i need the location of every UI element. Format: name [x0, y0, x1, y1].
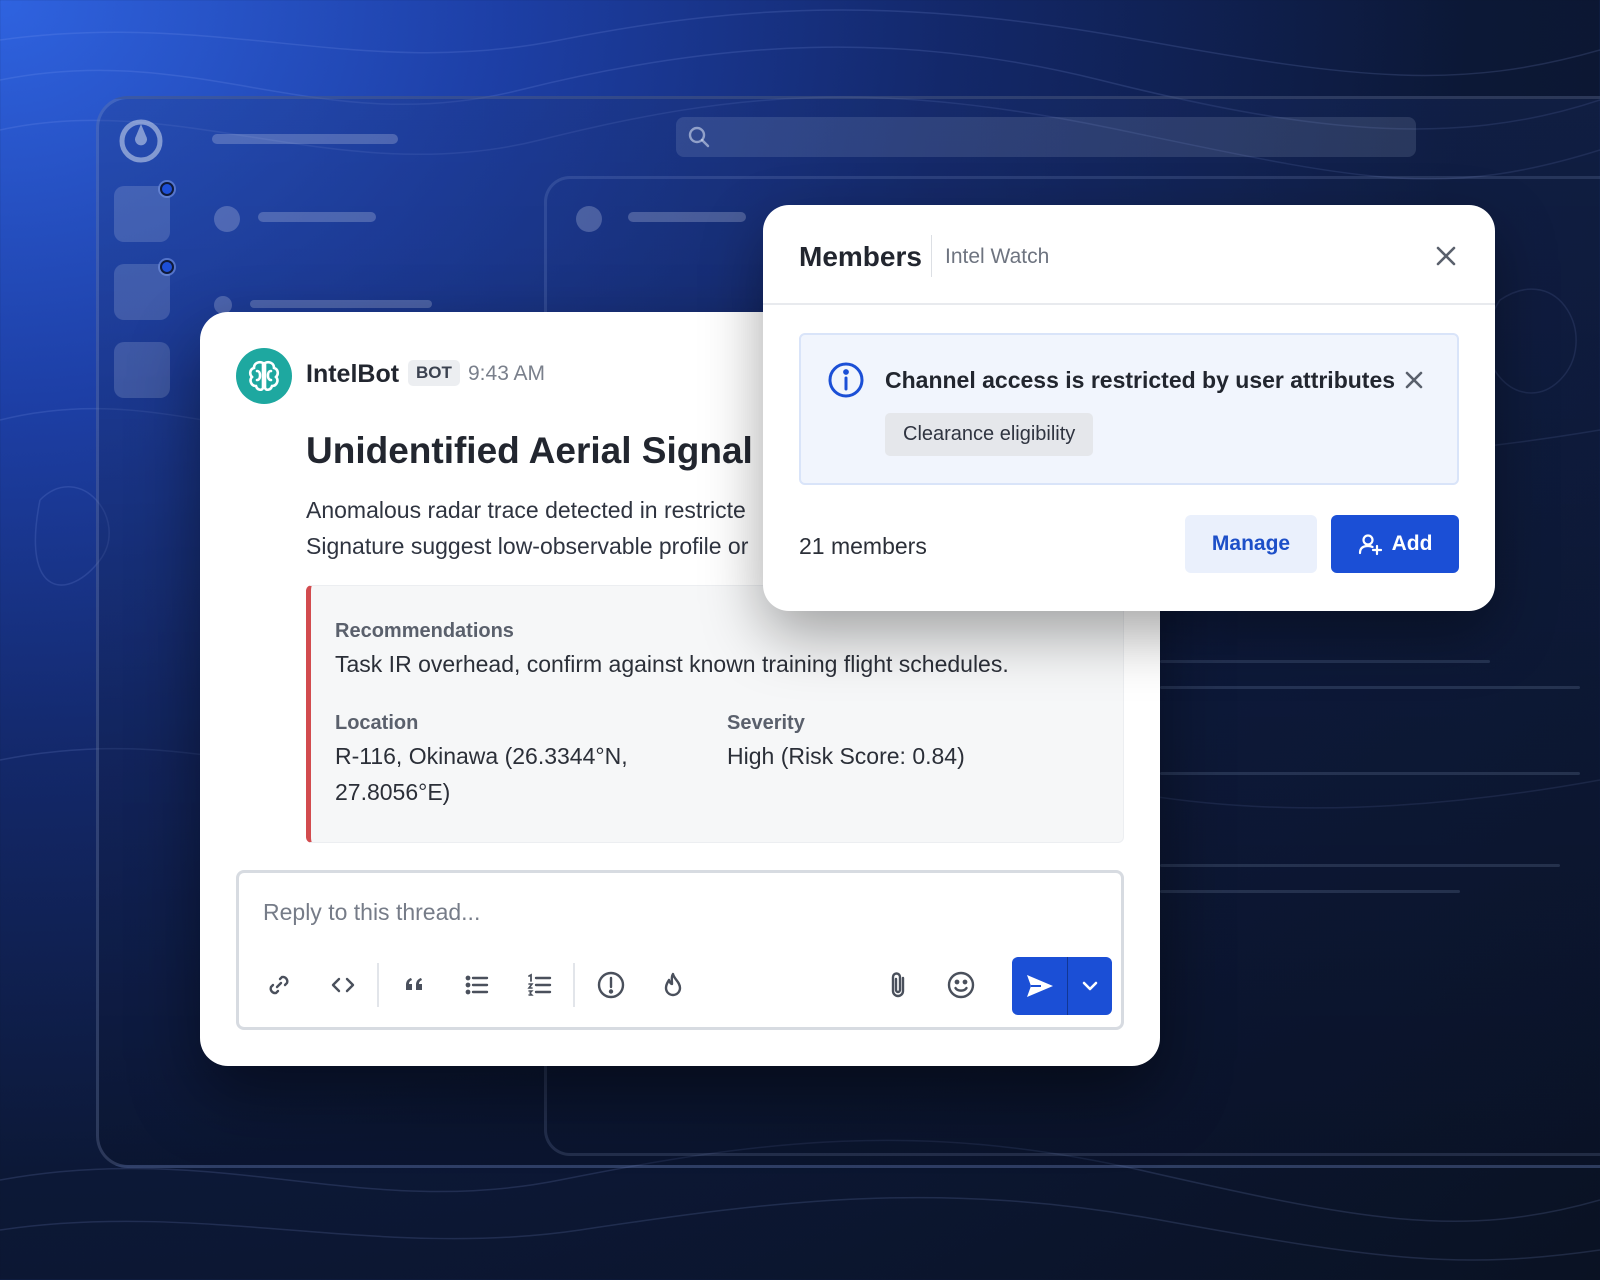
background-search-bar: [676, 117, 1416, 157]
background-line: [1160, 890, 1460, 893]
app-logo-icon: [119, 119, 163, 163]
background-line: [1160, 772, 1580, 775]
link-icon[interactable]: [263, 969, 295, 1001]
background-notification-dot: [160, 182, 174, 196]
message-timestamp[interactable]: 9:43 AM: [468, 362, 545, 386]
quote-icon[interactable]: [399, 969, 431, 1001]
severity-value: High (Risk Score: 0.84): [727, 743, 965, 769]
background-bar: [250, 300, 432, 308]
attribute-chip[interactable]: Clearance eligibility: [885, 413, 1094, 456]
message-title: Unidentified Aerial Signal i: [306, 430, 774, 471]
background-dot: [576, 206, 602, 232]
send-button[interactable]: [1012, 957, 1112, 1015]
brain-icon: [248, 360, 280, 392]
location-value-line: 27.8056°E): [335, 779, 451, 805]
background-notification-dot: [160, 260, 174, 274]
add-member-button[interactable]: Add: [1331, 515, 1459, 573]
toolbar-divider: [573, 963, 575, 1007]
code-icon[interactable]: [327, 969, 359, 1001]
manage-button[interactable]: Manage: [1185, 515, 1317, 573]
burn-icon[interactable]: [657, 969, 689, 1001]
bot-badge: BOT: [408, 360, 460, 386]
location-value: R-116, Okinawa (26.3344°N, 27.8056°E): [335, 738, 628, 810]
member-count: 21 members: [799, 533, 927, 559]
close-icon[interactable]: [1431, 241, 1461, 271]
reply-placeholder[interactable]: Reply to this thread...: [263, 899, 480, 926]
restriction-notice: Channel access is restricted by user att…: [799, 333, 1459, 485]
background-team-tile: [114, 342, 170, 398]
background-bar: [258, 212, 376, 222]
priority-icon[interactable]: [595, 969, 627, 1001]
add-user-icon: [1358, 534, 1382, 556]
author-name[interactable]: IntelBot: [306, 360, 399, 389]
background-header-bar: [212, 134, 398, 144]
info-icon: [828, 362, 864, 398]
restriction-notice-text: Channel access is restricted by user att…: [885, 367, 1396, 393]
numbered-list-icon[interactable]: [523, 969, 555, 1001]
background-line: [1160, 686, 1580, 689]
manage-button-label: Manage: [1211, 532, 1291, 555]
send-icon[interactable]: [1012, 957, 1068, 1015]
header-divider: [931, 235, 932, 277]
recommendations-value: Task IR overhead, confirm against known …: [335, 651, 1009, 677]
emoji-icon[interactable]: [945, 969, 977, 1001]
channel-name: Intel Watch: [945, 245, 1050, 268]
avatar[interactable]: [236, 348, 292, 404]
severity-label: Severity: [727, 712, 805, 734]
background-line: [1160, 660, 1490, 663]
toolbar-divider: [377, 963, 379, 1007]
attachment-icon[interactable]: [883, 969, 915, 1001]
recommendations-label: Recommendations: [335, 620, 514, 642]
add-button-label: Add: [1391, 532, 1433, 555]
members-title: Members: [799, 241, 922, 272]
location-value-line: R-116, Okinawa (26.3344°N,: [335, 743, 628, 769]
background-bar: [628, 212, 746, 222]
close-icon[interactable]: [1401, 367, 1427, 393]
message-attachment: Recommendations Task IR overhead, confir…: [306, 585, 1124, 843]
members-popover: Members Intel Watch Channel access is re…: [763, 205, 1495, 611]
reply-input[interactable]: Reply to this thread...: [236, 870, 1124, 1030]
background-line: [1160, 864, 1560, 867]
header-separator: [763, 303, 1495, 305]
bulleted-list-icon[interactable]: [461, 969, 493, 1001]
background-dot: [214, 206, 240, 232]
chevron-down-icon[interactable]: [1068, 957, 1112, 1015]
location-label: Location: [335, 712, 419, 734]
search-icon: [688, 126, 710, 148]
